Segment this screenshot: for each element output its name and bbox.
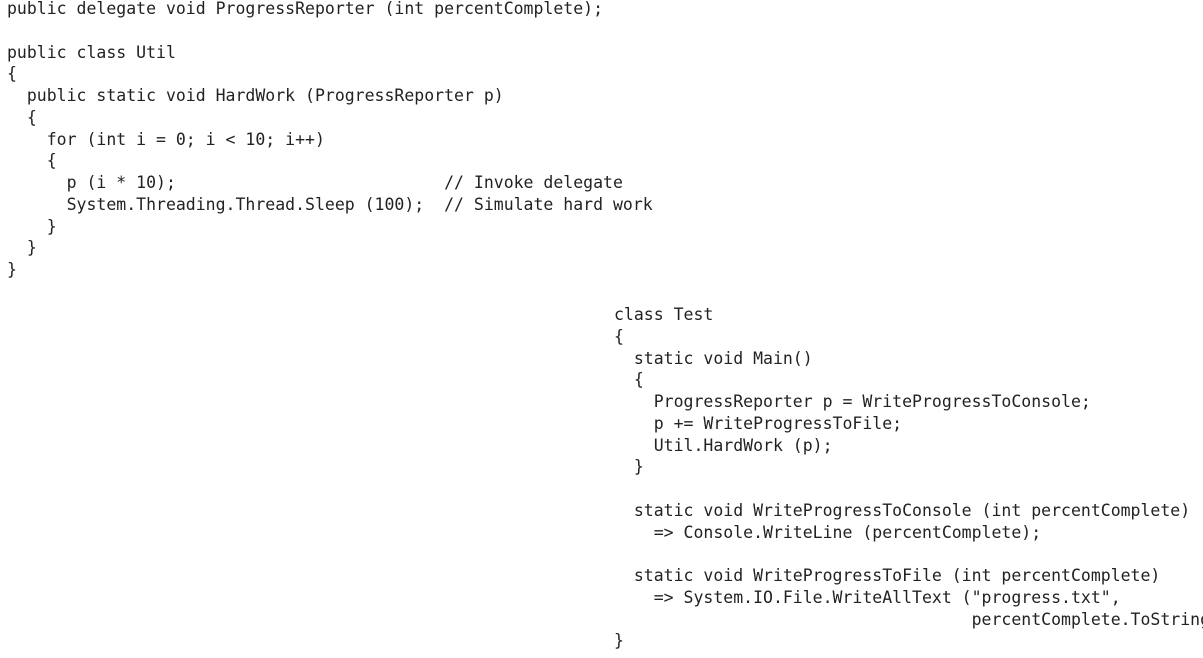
code-line: public delegate void ProgressReporter (i… <box>7 0 604 18</box>
code-line: } <box>7 216 57 236</box>
code-line: p += WriteProgressToFile; <box>614 413 903 433</box>
code-line: static void WriteProgressToConsole (int … <box>614 500 1191 520</box>
code-line: static void WriteProgressToFile (int per… <box>614 566 1161 585</box>
code-line: } <box>614 631 624 651</box>
code-line: for (int i = 0; i < 10; i++) <box>7 129 325 149</box>
test-code-block: class Test { static void Main() { Progres… <box>614 304 1203 652</box>
code-line: => Console.WriteLine (percentComplete); <box>614 522 1042 542</box>
code-line: { <box>7 151 57 171</box>
code-line: => System.IO.File.WriteAllText ("progres… <box>614 587 1121 607</box>
code-line: percentComplete.ToString()); <box>614 609 1203 629</box>
code-line: } <box>7 260 17 279</box>
code-line: static void Main() <box>614 348 813 368</box>
code-line: p (i * 10); // Invoke delegate <box>7 173 623 192</box>
code-line: } <box>7 238 37 258</box>
code-line: public static void HardWork (ProgressRep… <box>7 86 504 105</box>
code-line: } <box>614 457 644 477</box>
util-code-block: public delegate void ProgressReporter (i… <box>7 0 653 281</box>
code-line: { <box>614 370 644 390</box>
code-line: class Test <box>614 305 714 324</box>
code-line: { <box>7 64 17 84</box>
code-line: System.Threading.Thread.Sleep (100); // … <box>7 194 653 214</box>
code-line: ProgressReporter p = WriteProgressToCons… <box>614 392 1091 411</box>
code-line: public class Util <box>7 42 176 62</box>
code-line: Util.HardWork (p); <box>614 435 833 455</box>
code-line: { <box>614 326 624 346</box>
code-line: { <box>7 107 37 127</box>
